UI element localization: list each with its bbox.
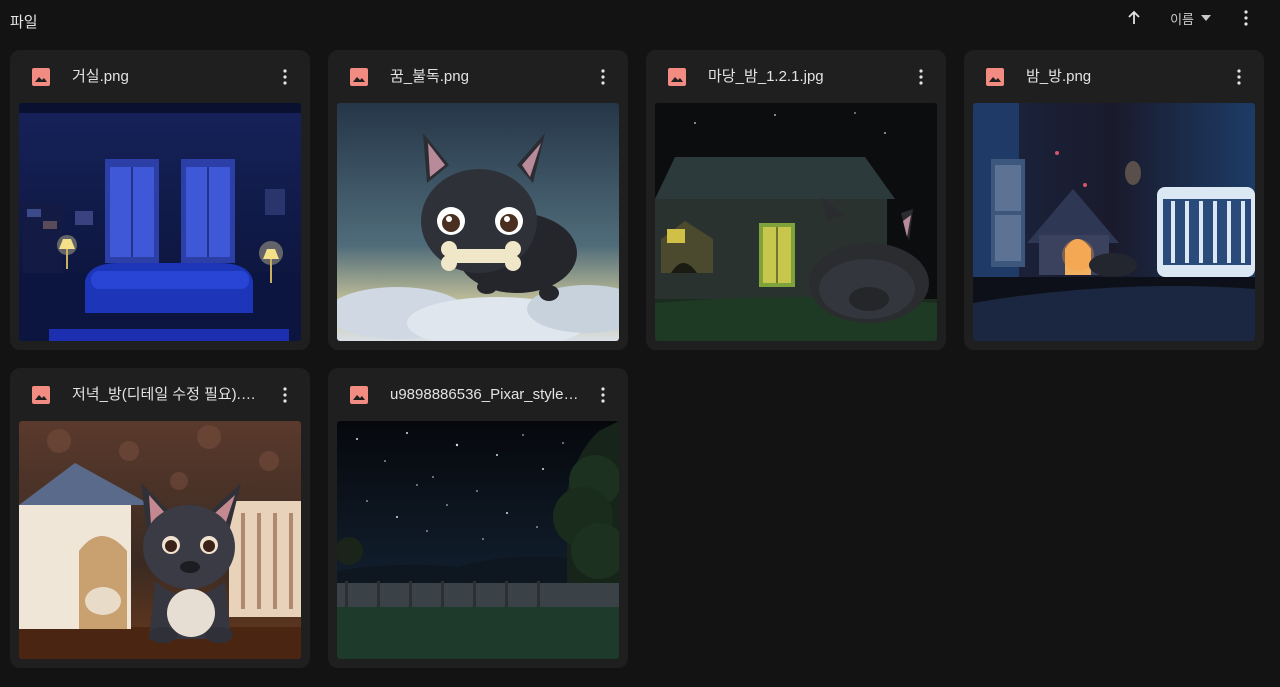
image-file-icon [350, 68, 368, 86]
file-card[interactable]: 마당_밤_1.2.1.jpg [646, 50, 946, 350]
file-name: 거실.png [72, 68, 129, 85]
sort-by-button[interactable]: 이름 [1170, 9, 1212, 28]
starry-night-image [337, 421, 619, 659]
flying-bulldog-image [337, 103, 619, 341]
file-card-header: u9898886536_Pixar_style.png [328, 368, 628, 420]
toolbar: 이름 [1120, 6, 1260, 30]
more-vert-icon [283, 387, 287, 403]
file-more-button[interactable] [912, 66, 930, 88]
file-name: 밤_방.png [1026, 68, 1092, 85]
file-grid: 거실.png 꿈_불독.png 마당_밤_1.2.1.jpg 밤_방.png 저… [10, 50, 1264, 668]
file-card[interactable]: 저녁_방(디테일 수정 필요).png [10, 368, 310, 668]
file-name: 저녁_방(디테일 수정 필요).png [72, 386, 262, 403]
file-card[interactable]: 거실.png [10, 50, 310, 350]
file-more-button[interactable] [594, 384, 612, 406]
living-room-night-image [19, 103, 301, 341]
sort-by-label: 이름 [1170, 11, 1194, 27]
file-name: 꿈_불독.png [390, 68, 469, 85]
file-card-header: 꿈_불독.png [328, 50, 628, 102]
more-vert-icon [919, 69, 923, 85]
arrow-up-icon [1128, 10, 1140, 24]
caret-down-icon [1201, 15, 1211, 21]
night-room-image [973, 103, 1255, 341]
file-thumbnail[interactable] [19, 103, 301, 341]
file-thumbnail[interactable] [655, 103, 937, 341]
file-more-button[interactable] [276, 66, 294, 88]
file-card-header: 거실.png [10, 50, 310, 102]
evening-room-image [19, 421, 301, 659]
image-file-icon [986, 68, 1004, 86]
image-file-icon [350, 386, 368, 404]
more-vert-icon [283, 69, 287, 85]
file-thumbnail[interactable] [973, 103, 1255, 341]
file-thumbnail[interactable] [337, 103, 619, 341]
file-card-header: 밤_방.png [964, 50, 1264, 102]
sort-direction-button[interactable] [1120, 6, 1148, 30]
more-vert-icon [1244, 10, 1248, 26]
page-title: 파일 [10, 14, 38, 31]
image-file-icon [668, 68, 686, 86]
file-card[interactable]: u9898886536_Pixar_style.png [328, 368, 628, 668]
file-card-header: 마당_밤_1.2.1.jpg [646, 50, 946, 102]
file-card[interactable]: 꿈_불독.png [328, 50, 628, 350]
more-vert-icon [1237, 69, 1241, 85]
more-vert-icon [601, 69, 605, 85]
more-options-button[interactable] [1232, 6, 1260, 30]
file-more-button[interactable] [594, 66, 612, 88]
file-name: 마당_밤_1.2.1.jpg [708, 68, 824, 85]
file-more-button[interactable] [276, 384, 294, 406]
image-file-icon [32, 68, 50, 86]
file-card[interactable]: 밤_방.png [964, 50, 1264, 350]
file-card-header: 저녁_방(디테일 수정 필요).png [10, 368, 310, 420]
file-thumbnail[interactable] [19, 421, 301, 659]
file-thumbnail[interactable] [337, 421, 619, 659]
file-name: u9898886536_Pixar_style.png [390, 386, 580, 403]
yard-night-image [655, 103, 937, 341]
image-file-icon [32, 386, 50, 404]
more-vert-icon [601, 387, 605, 403]
file-more-button[interactable] [1230, 66, 1248, 88]
